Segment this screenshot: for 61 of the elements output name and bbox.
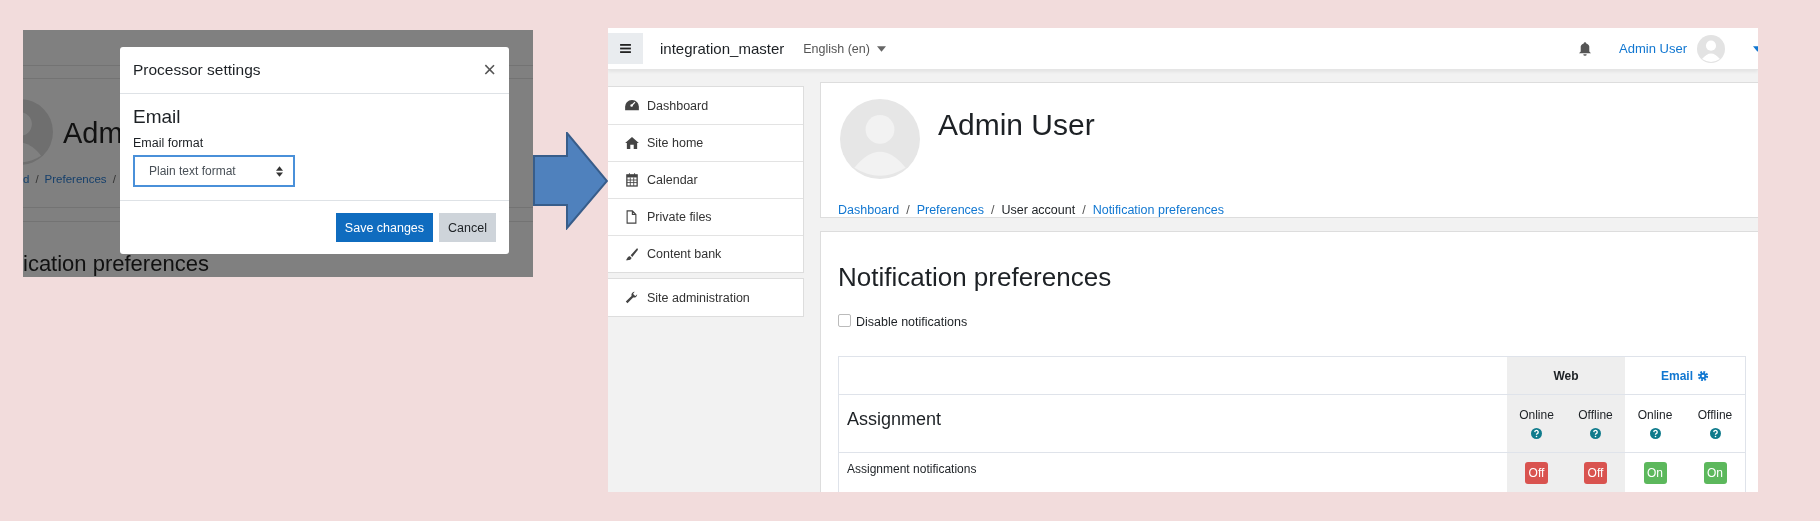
- bell-icon: [1579, 41, 1592, 56]
- section-heading: Email: [133, 106, 182, 128]
- breadcrumb-separator: /: [35, 173, 39, 185]
- processor-link[interactable]: Email: [1625, 357, 1745, 394]
- sidebar-item[interactable]: Content bank: [608, 235, 803, 272]
- site-name[interactable]: integration_master: [660, 40, 785, 57]
- sidebar-item[interactable]: Calendar: [608, 161, 803, 198]
- sort-icon: [276, 165, 283, 177]
- checkbox-label: Disable notifications: [856, 315, 968, 329]
- notification-label: Assignment notifications: [847, 462, 977, 476]
- file-icon: [626, 210, 637, 224]
- breadcrumb-separator: /: [1082, 203, 1086, 217]
- page-heading: Notification preferences: [838, 262, 1113, 293]
- breadcrumb-link[interactable]: Preferences: [44, 173, 107, 185]
- close-button[interactable]: ×: [483, 59, 496, 81]
- column-header: Online: [1519, 408, 1554, 422]
- column-header: Offline: [1578, 408, 1613, 422]
- breadcrumb-separator: /: [906, 203, 910, 217]
- section-heading: Assignment: [847, 409, 942, 431]
- menu-icon: [620, 44, 631, 53]
- sidebar-item[interactable]: Site home: [608, 124, 803, 161]
- wrench-icon: [625, 291, 638, 304]
- profile-name: Admin User: [938, 108, 1095, 143]
- dialog-title: Processor settings: [133, 61, 261, 79]
- help-icon: [1709, 428, 1721, 439]
- help-icon: [1590, 428, 1601, 439]
- sidebar-item[interactable]: Dashboard: [608, 87, 803, 124]
- column-header: Web: [1507, 357, 1625, 394]
- avatar-icon: [840, 99, 920, 179]
- profile-name: Adm: [63, 117, 123, 150]
- cancel-button[interactable]: Cancel: [439, 213, 496, 242]
- user-menu-link[interactable]: Admin User: [1619, 41, 1687, 56]
- help-icon: [1649, 428, 1661, 439]
- column-header: Offline: [1697, 408, 1733, 422]
- save-button[interactable]: Save changes: [335, 213, 434, 242]
- toggle-button[interactable]: Off: [1584, 462, 1607, 484]
- caret-icon: [876, 45, 886, 52]
- breadcrumb-link[interactable]: Notification preferences: [1092, 203, 1224, 217]
- breadcrumb-link[interactable]: d: [23, 173, 30, 185]
- checkbox[interactable]: [838, 313, 851, 327]
- breadcrumb-item: User account: [1001, 203, 1076, 217]
- breadcrumb-separator: /: [112, 173, 116, 185]
- brush-icon: [625, 247, 638, 261]
- email-format-select[interactable]: Plain text format: [133, 155, 295, 187]
- home-icon: [624, 137, 639, 149]
- help-icon: [1531, 428, 1542, 439]
- sidebar-item[interactable]: Private files: [608, 198, 803, 235]
- calendar-icon: [625, 173, 638, 187]
- menu-button[interactable]: [608, 33, 643, 64]
- sidebar-item[interactable]: Site administration: [608, 279, 803, 316]
- dashboard-icon: [624, 99, 639, 112]
- page-heading: ication preferences: [23, 253, 210, 275]
- column-header: Online: [1637, 408, 1673, 422]
- avatar-icon: [1697, 34, 1725, 63]
- breadcrumb-link[interactable]: Preferences: [916, 203, 985, 217]
- breadcrumb-separator: /: [991, 203, 995, 217]
- toggle-button[interactable]: Off: [1525, 462, 1548, 484]
- language-menu[interactable]: English (en): [803, 41, 886, 56]
- field-label: Email format: [133, 136, 205, 150]
- settings-icon: [1697, 369, 1709, 382]
- breadcrumb-link[interactable]: Dashboard: [838, 203, 900, 217]
